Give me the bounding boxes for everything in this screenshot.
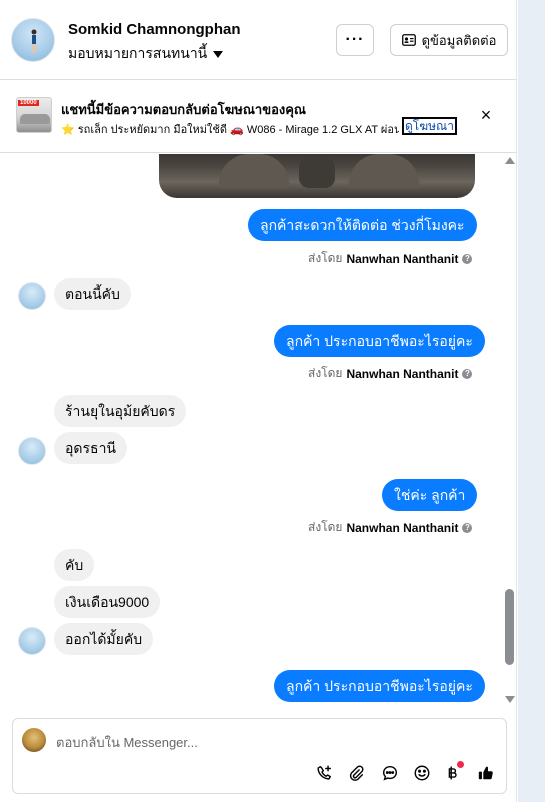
message-bubble-outgoing[interactable]: ใช่ค่ะ ลูกค้า bbox=[382, 479, 478, 511]
view-ad-link[interactable]: ดูโฆษณา bbox=[402, 117, 457, 135]
message-bubble-incoming[interactable]: ออกได้มั้ยคับ bbox=[54, 623, 154, 655]
message-bubble-outgoing[interactable]: ลูกค้าสะดวกให้ติดต่อ ช่วงกี่โมงคะ bbox=[248, 209, 477, 241]
my-avatar bbox=[22, 728, 46, 752]
info-icon[interactable]: ? bbox=[462, 368, 473, 379]
message-bubble-incoming[interactable]: เงินเดือน9000 bbox=[54, 586, 161, 618]
sent-by-prefix: ส่งโดย bbox=[308, 520, 343, 534]
sent-by-prefix: ส่งโดย bbox=[308, 251, 343, 265]
messenger-window: Somkid Chamnongphan มอบหมายการสนทนานี้ ·… bbox=[0, 0, 545, 802]
close-icon[interactable]: × bbox=[477, 106, 495, 124]
sender-name: Nanwhan Nanthanit bbox=[346, 251, 459, 266]
message-bubble-incoming[interactable]: คับ bbox=[54, 549, 95, 581]
message-bubble-outgoing[interactable]: ลูกค้า ประกอบอาชีพอะไรอยู่คะ bbox=[274, 325, 485, 357]
photo-seat-left bbox=[219, 154, 289, 188]
ad-subtitle-text: ⭐ รถเล็ก ประหยัดมาก มือใหม่ใช้ดี 🚗 W086 … bbox=[61, 124, 399, 136]
conversation-header: Somkid Chamnongphan มอบหมายการสนทนานี้ ·… bbox=[0, 0, 517, 80]
sender-name: Nanwhan Nanthanit bbox=[346, 520, 459, 535]
contact-avatar-small bbox=[18, 437, 46, 465]
photo-console bbox=[299, 158, 335, 188]
more-dots-icon: ··· bbox=[345, 31, 365, 48]
info-icon[interactable]: ? bbox=[462, 253, 473, 264]
baht-icon[interactable] bbox=[443, 761, 464, 783]
right-side-strip bbox=[518, 0, 545, 802]
reply-composer bbox=[12, 718, 507, 794]
ad-banner-subtitle: ⭐ รถเล็ก ประหยัดมาก มือใหม่ใช้ดี 🚗 W086 … bbox=[61, 120, 399, 138]
more-options-button[interactable]: ··· bbox=[336, 24, 374, 56]
message-bubble-incoming[interactable]: อุดรธานี bbox=[54, 432, 127, 464]
assign-conversation-dropdown[interactable]: มอบหมายการสนทนานี้ bbox=[68, 43, 224, 65]
contact-name[interactable]: Somkid Chamnongphan bbox=[68, 21, 241, 38]
view-contact-info-button[interactable]: ดูข้อมูลติดต่อ bbox=[390, 24, 508, 56]
message-list[interactable]: ลูกค้าสะดวกให้ติดต่อ ช่วงกี่โมงคะ ส่งโดย… bbox=[0, 154, 517, 714]
reply-input[interactable] bbox=[56, 733, 456, 751]
ad-thumbnail-tag: 10000 bbox=[18, 100, 39, 106]
contact-avatar-small bbox=[18, 282, 46, 310]
conversation-panel: Somkid Chamnongphan มอบหมายการสนทนานี้ ·… bbox=[0, 0, 517, 802]
sent-by-label: ส่งโดย Nanwhan Nanthanit ? bbox=[308, 249, 473, 268]
sent-by-prefix: ส่งโดย bbox=[308, 366, 343, 380]
assign-label: มอบหมายการสนทนานี้ bbox=[68, 45, 208, 61]
contact-card-icon bbox=[401, 34, 416, 46]
ad-banner-title: แชทนี้มีข้อความตอบกลับต่อโฆษณาของคุณ bbox=[61, 102, 306, 117]
scroll-down-arrow-icon[interactable] bbox=[505, 696, 515, 703]
thumbs-up-icon[interactable] bbox=[476, 763, 496, 783]
chat-bubble-icon[interactable] bbox=[380, 763, 400, 783]
message-bubble-incoming[interactable]: ร้านยุในอุม้ยคับดร bbox=[54, 395, 187, 427]
paperclip-icon[interactable] bbox=[346, 763, 366, 783]
notification-dot bbox=[457, 761, 464, 768]
message-bubble-outgoing[interactable]: ลูกค้า ประกอบอาชีพอะไรอยู่คะ bbox=[274, 670, 485, 702]
person-figure-icon bbox=[31, 29, 37, 53]
car-image-icon bbox=[20, 114, 50, 124]
info-icon[interactable]: ? bbox=[462, 522, 473, 533]
sender-name: Nanwhan Nanthanit bbox=[346, 366, 459, 381]
call-add-icon[interactable] bbox=[314, 763, 334, 783]
contact-avatar-small bbox=[18, 627, 46, 655]
contact-info-label: ดูข้อมูลติดต่อ bbox=[421, 32, 497, 48]
emoji-icon[interactable] bbox=[412, 763, 432, 783]
message-bubble-incoming[interactable]: ตอนนี้คับ bbox=[54, 278, 131, 310]
caret-down-icon bbox=[213, 50, 224, 58]
photo-seat-right bbox=[349, 154, 419, 188]
sent-by-label: ส่งโดย Nanwhan Nanthanit ? bbox=[308, 518, 473, 537]
sent-by-label: ส่งโดย Nanwhan Nanthanit ? bbox=[308, 364, 473, 383]
contact-avatar[interactable] bbox=[11, 18, 55, 62]
ad-thumbnail[interactable]: 10000 bbox=[16, 97, 52, 133]
scrollbar-thumb[interactable] bbox=[505, 589, 514, 665]
car-interior-photo[interactable] bbox=[159, 154, 475, 198]
scroll-up-arrow-icon[interactable] bbox=[505, 157, 515, 164]
